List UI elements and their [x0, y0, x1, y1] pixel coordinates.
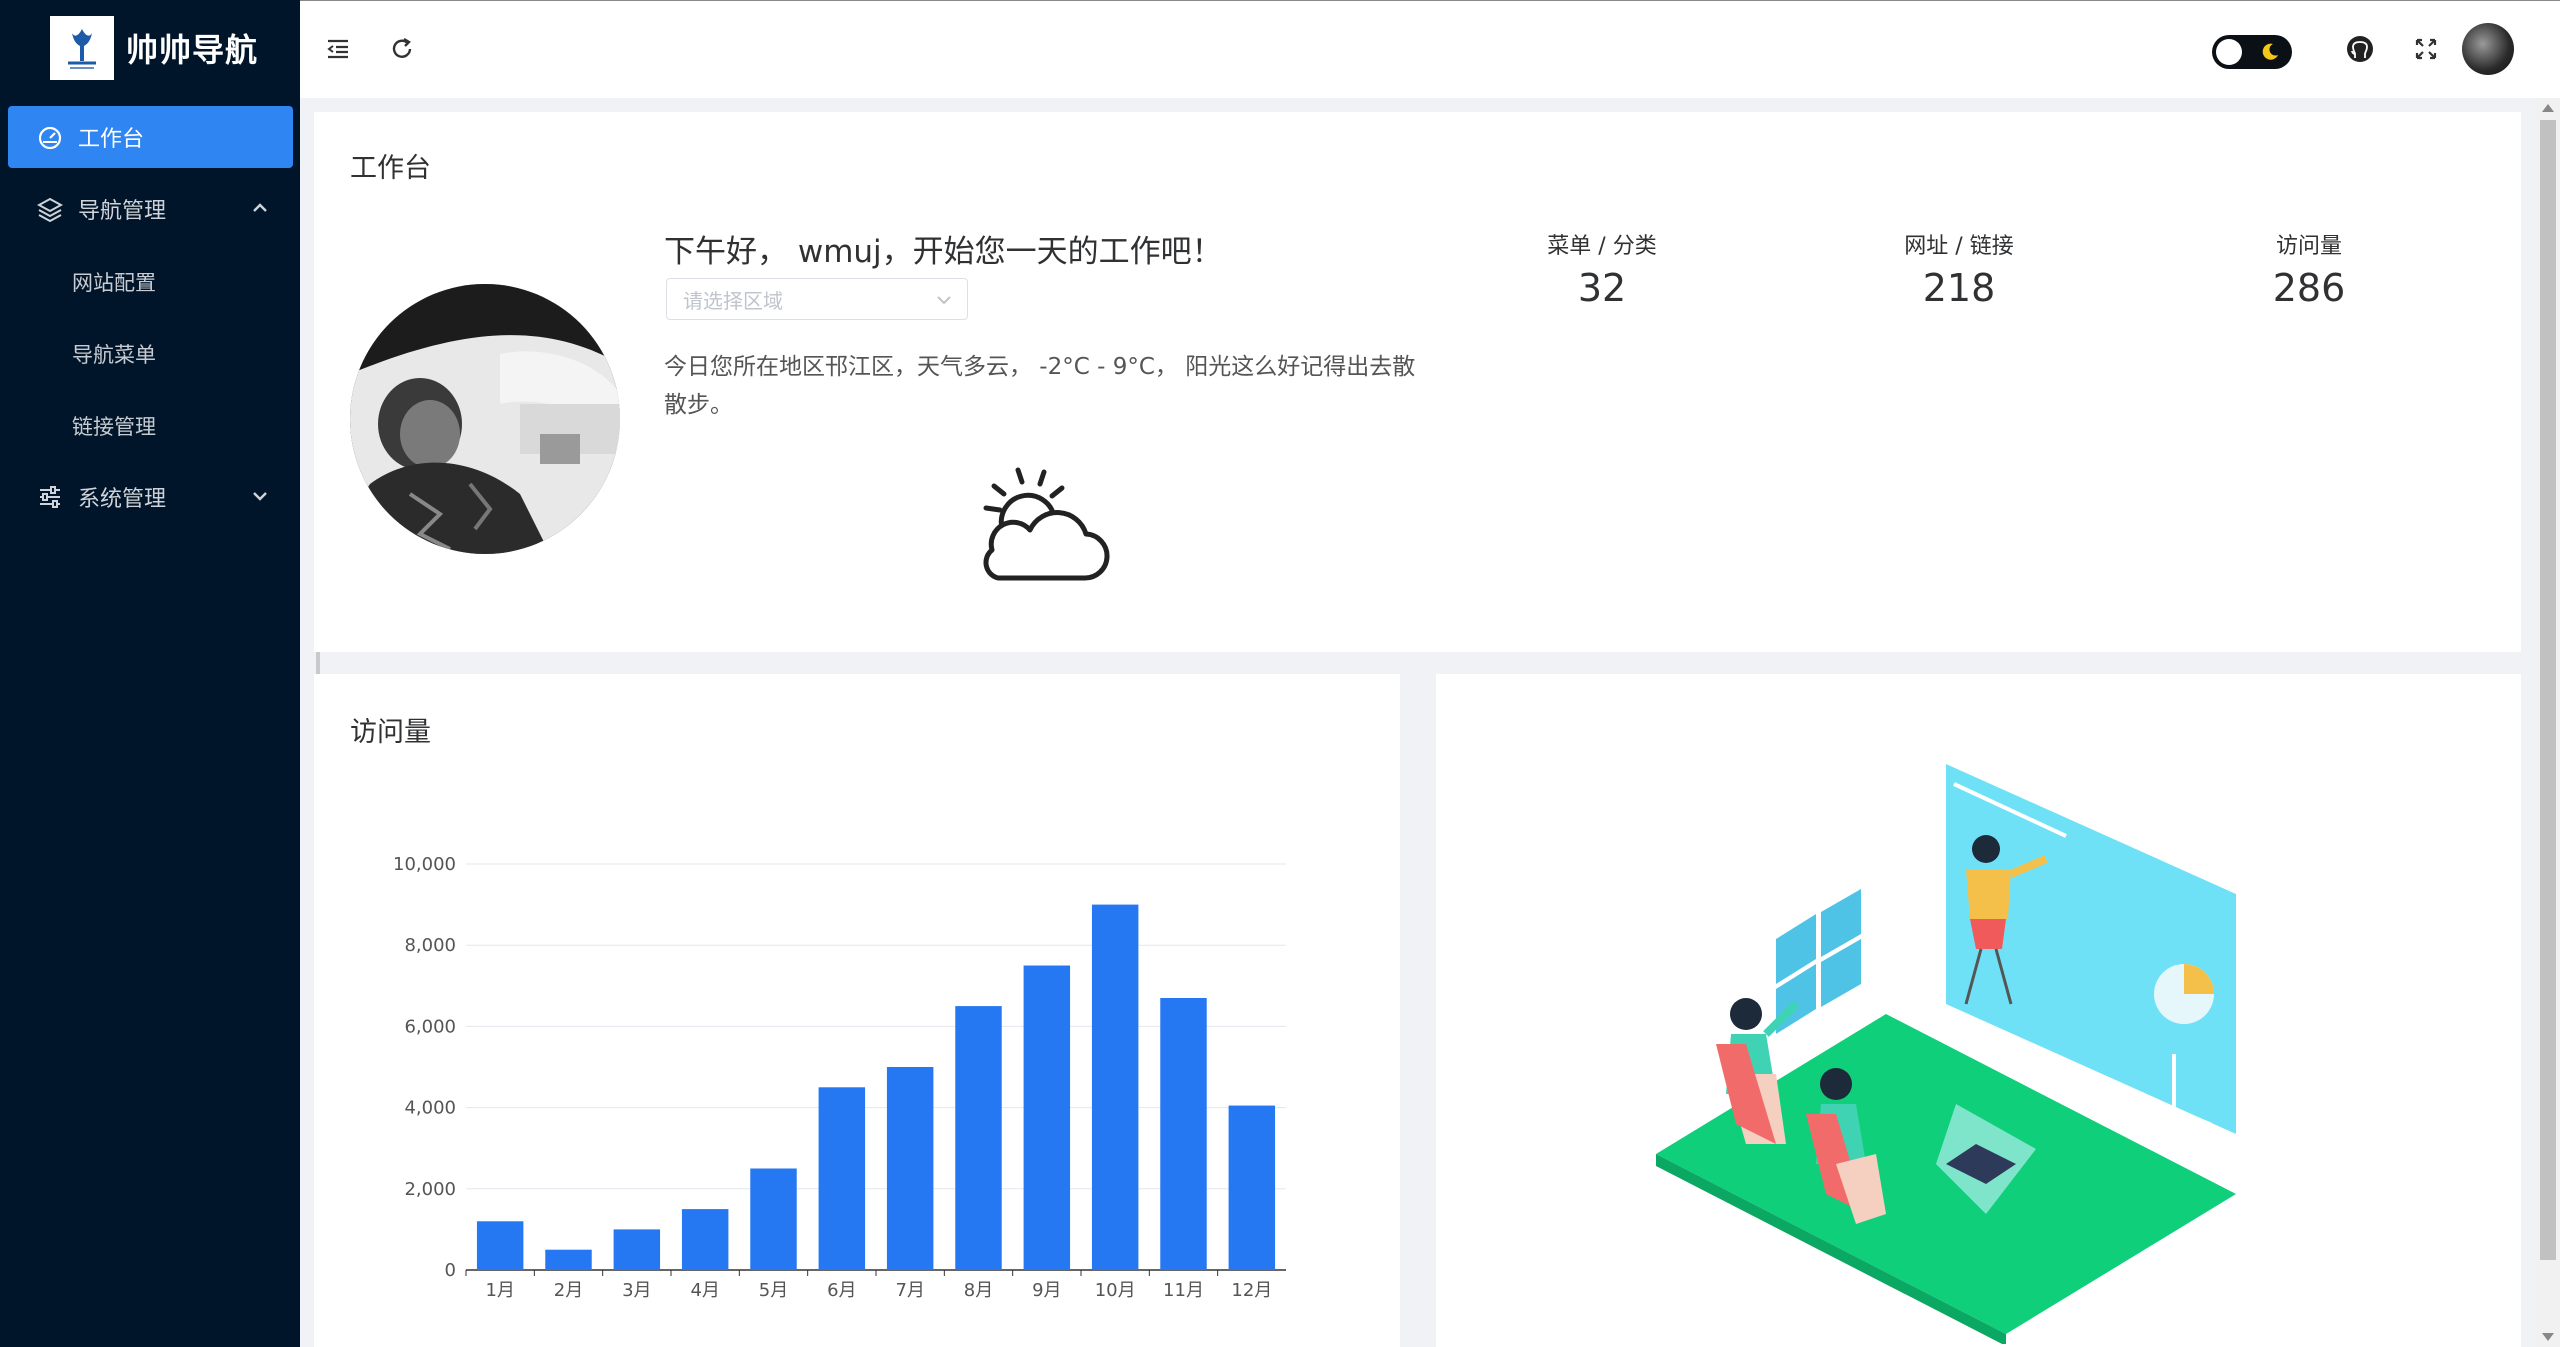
stat-value: 218: [1922, 266, 1996, 310]
x-tick-label: 9月: [1032, 1280, 1061, 1301]
sliders-icon: [36, 483, 64, 511]
stat-label: 菜单 / 分类: [1547, 234, 1657, 259]
chart-bar[interactable]: [545, 1249, 592, 1270]
illustration-card: [1436, 674, 2521, 1347]
sidebar-item-link-management[interactable]: 链接管理: [0, 396, 300, 456]
chart-bar[interactable]: [818, 1087, 866, 1270]
sidebar-item-label: 导航管理: [78, 199, 167, 224]
chart-bar[interactable]: [476, 1221, 524, 1270]
x-tick-label: 6月: [827, 1280, 856, 1301]
workbench-card: 工作台 下午好， wmuj，开始您一天的工作吧！ 请选择区域 今日您所在地区邗江…: [314, 112, 2521, 652]
partly-cloudy-icon: [974, 458, 1114, 602]
visits-bar-chart: 0 2,000 4,000 6,000 8,000 10,000 1月 2月 3月 4月 5月 6月 7…: [393, 854, 1286, 1301]
chart-bar[interactable]: [1023, 965, 1071, 1271]
chart-bar[interactable]: [886, 1067, 934, 1270]
x-tick-label: 4月: [690, 1280, 719, 1301]
chevron-down-icon: [253, 492, 267, 501]
stat-links: 网址 / 链接 218: [1894, 228, 2024, 310]
layers-icon: [36, 195, 64, 223]
x-tick-label: 10月: [1095, 1280, 1136, 1301]
toggle-knob: [2216, 39, 2242, 65]
sidebar-item-label: 导航菜单: [72, 343, 156, 367]
chevron-down-icon: [937, 296, 951, 305]
user-avatar[interactable]: [2462, 23, 2514, 75]
scrollbar-thumb[interactable]: [2540, 120, 2556, 1260]
region-select-placeholder: 请选择区域: [683, 288, 783, 313]
collapse-menu-icon[interactable]: [322, 33, 354, 65]
x-tick-label: 5月: [759, 1280, 788, 1301]
chart-bar[interactable]: [1228, 1105, 1276, 1270]
x-tick-label: 12月: [1231, 1280, 1272, 1301]
chart-bar[interactable]: [613, 1229, 661, 1270]
sidebar-item-nav-menu[interactable]: 导航菜单: [0, 324, 300, 384]
stat-visits: 访问量 286: [2244, 228, 2374, 310]
theme-toggle[interactable]: [2212, 35, 2292, 69]
chart-bar[interactable]: [1091, 904, 1139, 1270]
x-tick-label: 1月: [485, 1280, 514, 1301]
sidebar-item-label: 系统管理: [78, 487, 167, 512]
sidebar-item-nav-management[interactable]: 导航管理: [8, 178, 293, 240]
chevron-up-icon: [253, 203, 267, 212]
y-tick-label: 2,000: [404, 1179, 456, 1200]
region-select[interactable]: 请选择区域: [666, 278, 968, 320]
scroll-down-arrow[interactable]: [2542, 1333, 2554, 1341]
sidebar-item-workbench[interactable]: 工作台: [8, 106, 293, 168]
weather-text: 今日您所在地区邗江区，天气多云， -2°C - 9°C， 阳光这么好记得出去散散…: [664, 354, 1416, 418]
logo[interactable]: 帅帅导航: [50, 16, 258, 80]
scroll-up-arrow[interactable]: [2542, 104, 2554, 112]
chart-bar[interactable]: [681, 1209, 729, 1270]
sidebar-item-label: 网站配置: [72, 271, 156, 295]
dashboard-icon: [36, 123, 64, 151]
stat-label: 网址 / 链接: [1904, 234, 2014, 259]
chart-bar[interactable]: [1160, 997, 1207, 1270]
x-tick-label: 7月: [895, 1280, 924, 1301]
workbench-title: 工作台: [350, 153, 431, 184]
sidebar-item-site-config[interactable]: 网站配置: [0, 252, 300, 312]
stat-menus: 菜单 / 分类 32: [1537, 228, 1667, 310]
tree-logo-icon: [50, 16, 114, 80]
app-root: 帅帅导航 工作台 导航管理 网站配置 导航菜单 链接管理 系统管理 工作台 下午…: [0, 0, 2560, 1347]
app-name: 帅帅导航: [126, 31, 259, 69]
x-tick-label: 3月: [622, 1280, 651, 1301]
sidebar: 帅帅导航 工作台 导航管理 网站配置 导航菜单 链接管理 系统管理: [0, 0, 300, 1347]
sidebar-item-system-management[interactable]: 系统管理: [8, 466, 293, 528]
sidebar-item-label: 工作台: [78, 127, 145, 152]
sidebar-item-label: 链接管理: [72, 415, 156, 439]
x-tick-label: 8月: [964, 1280, 993, 1301]
profile-avatar: [350, 284, 620, 554]
refresh-icon[interactable]: [386, 33, 418, 65]
moon-icon: [2262, 43, 2278, 60]
y-tick-label: 10,000: [393, 854, 456, 875]
stat-label: 访问量: [2275, 234, 2342, 259]
visits-card: 访问量 0 2,000 4,000 6,000 8,000 10,000 1月 2月 3月 4月 5…: [314, 674, 1400, 1347]
chart-bar[interactable]: [750, 1168, 797, 1271]
greeting-text: 下午好， wmuj，开始您一天的工作吧！: [664, 234, 1223, 270]
chart-bar[interactable]: [955, 1006, 1002, 1270]
y-tick-label: 0: [445, 1260, 456, 1281]
main-content: 工作台 下午好， wmuj，开始您一天的工作吧！ 请选择区域 今日您所在地区邗江…: [300, 98, 2535, 1347]
stat-value: 286: [2272, 266, 2346, 310]
stat-value: 32: [1577, 266, 1627, 310]
github-icon[interactable]: [2344, 33, 2376, 65]
y-tick-label: 4,000: [404, 1098, 456, 1119]
x-tick-label: 11月: [1163, 1280, 1204, 1301]
x-tick-label: 2月: [554, 1280, 583, 1301]
presentation-illustration: [1656, 764, 2236, 1344]
top-header: [300, 0, 2560, 98]
fullscreen-icon[interactable]: [2410, 33, 2442, 65]
y-tick-label: 8,000: [404, 935, 456, 956]
page-scrollbar[interactable]: [2536, 98, 2560, 1347]
y-tick-label: 6,000: [404, 1016, 456, 1037]
